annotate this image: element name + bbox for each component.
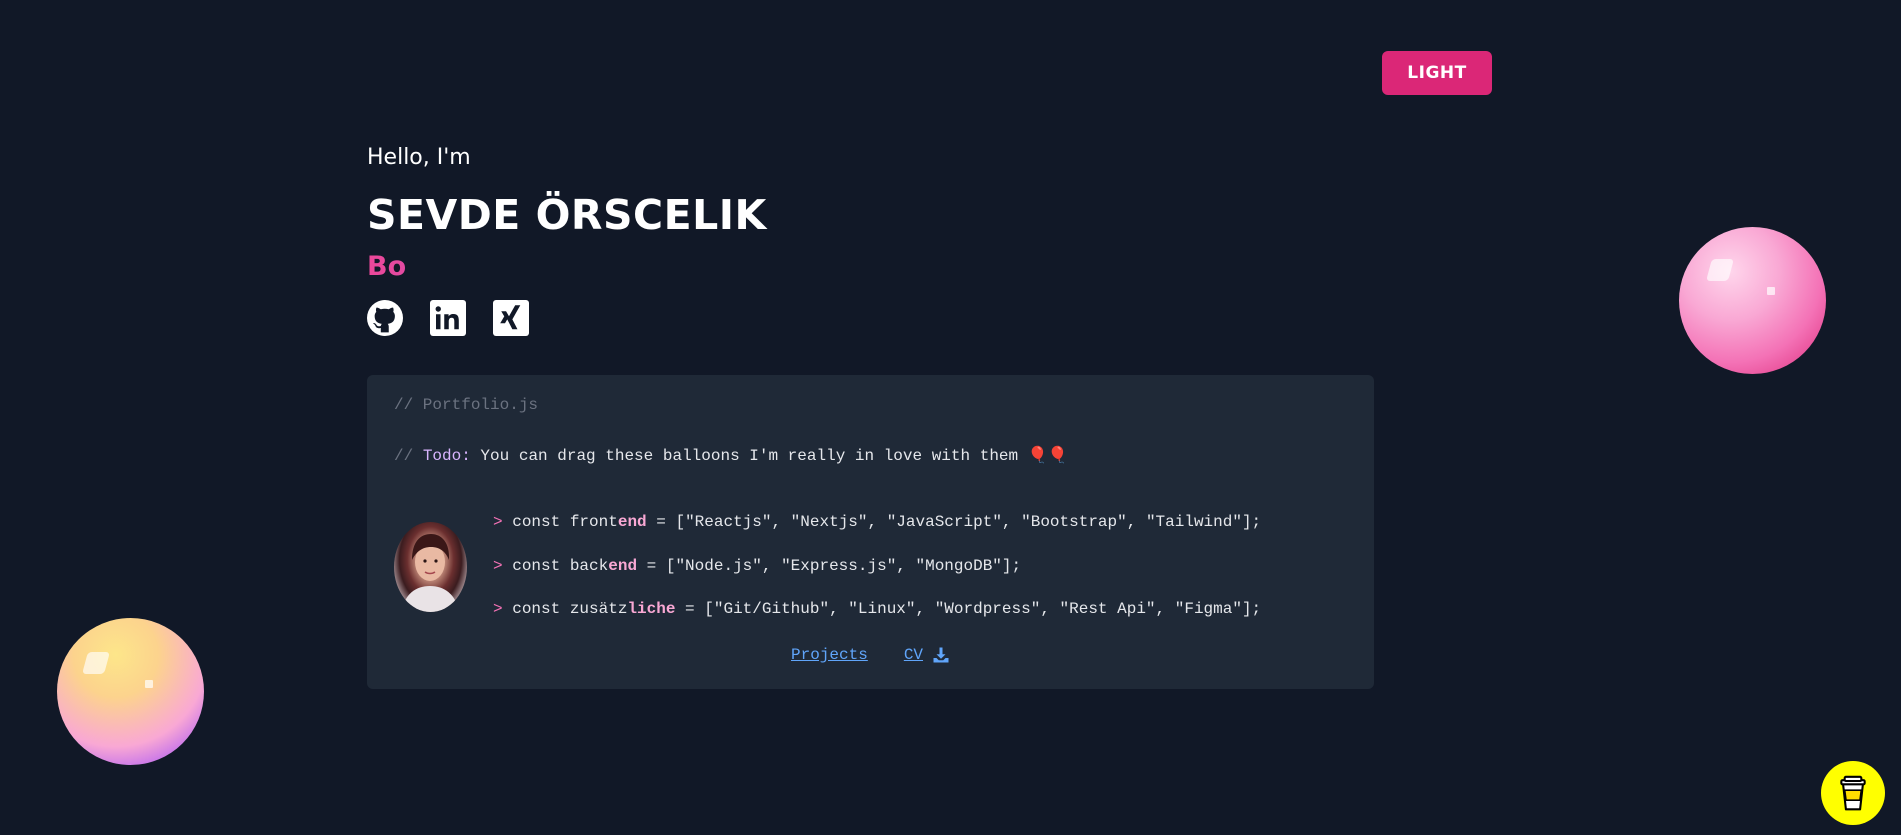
download-icon[interactable] <box>932 646 950 664</box>
var-name-highlight: end <box>608 557 638 575</box>
theme-toggle-button[interactable]: LIGHT <box>1382 51 1492 95</box>
buy-me-a-coffee-button[interactable] <box>1821 761 1885 825</box>
linkedin-icon[interactable] <box>430 300 466 336</box>
balloon-shine <box>145 680 153 688</box>
var-name: zusätz <box>569 600 628 618</box>
draggable-balloon-pink[interactable] <box>1679 227 1826 374</box>
social-links <box>367 300 767 336</box>
balloon-shine <box>1706 259 1734 281</box>
prompt-glyph: > <box>493 513 503 531</box>
coffee-cup-icon <box>1840 775 1866 810</box>
todo-comment: // Todo: You can drag these balloons I'm… <box>394 445 1068 465</box>
code-line-additional: > const zusätzliche = ["Git/Github", "Li… <box>493 600 1261 618</box>
cv-download[interactable]: CV <box>904 646 950 664</box>
github-icon[interactable] <box>367 300 403 336</box>
avatar <box>394 522 467 612</box>
var-value: = ["Git/Github", "Linux", "Wordpress", "… <box>675 600 1262 618</box>
var-name: front <box>569 513 618 531</box>
prompt-glyph: > <box>493 600 503 618</box>
greeting-text: Hello, I'm <box>367 145 471 170</box>
intro-section: Hello, I'm SEVDE ÖRSCELIK Bo <box>367 144 767 336</box>
prompt-glyph: > <box>493 557 503 575</box>
var-name: back <box>569 557 609 575</box>
const-keyword: const <box>502 513 570 531</box>
var-value: = ["Node.js", "Express.js", "MongoDB"]; <box>637 557 1022 575</box>
todo-tag: Todo: <box>422 447 471 465</box>
code-line-frontend: > const frontend = ["Reactjs", "Nextjs",… <box>493 513 1261 531</box>
todo-slashes: // <box>394 447 423 465</box>
const-keyword: const <box>502 600 570 618</box>
xing-icon[interactable] <box>493 300 529 336</box>
card-links: Projects CV <box>791 646 950 664</box>
balloon-emoji: 🎈🎈 <box>1027 447 1068 465</box>
const-keyword: const <box>502 557 570 575</box>
var-name-highlight: liche <box>627 600 676 618</box>
code-card: // Portfolio.js // Todo: You can drag th… <box>367 375 1374 689</box>
balloon-shine <box>1767 287 1775 295</box>
balloon-shine <box>82 652 110 674</box>
projects-link[interactable]: Projects <box>791 646 868 664</box>
code-line-backend: > const backend = ["Node.js", "Express.j… <box>493 557 1021 575</box>
var-name-highlight: end <box>617 513 647 531</box>
draggable-balloon-orange[interactable] <box>57 618 204 765</box>
typed-role-text: Bo <box>367 250 767 284</box>
file-comment: // Portfolio.js <box>394 396 539 414</box>
cv-link[interactable]: CV <box>904 646 923 664</box>
page-title: SEVDE ÖRSCELIK <box>367 191 767 239</box>
var-value: = ["Reactjs", "Nextjs", "JavaScript", "B… <box>646 513 1262 531</box>
todo-text: You can drag these balloons I'm really i… <box>470 447 1028 465</box>
